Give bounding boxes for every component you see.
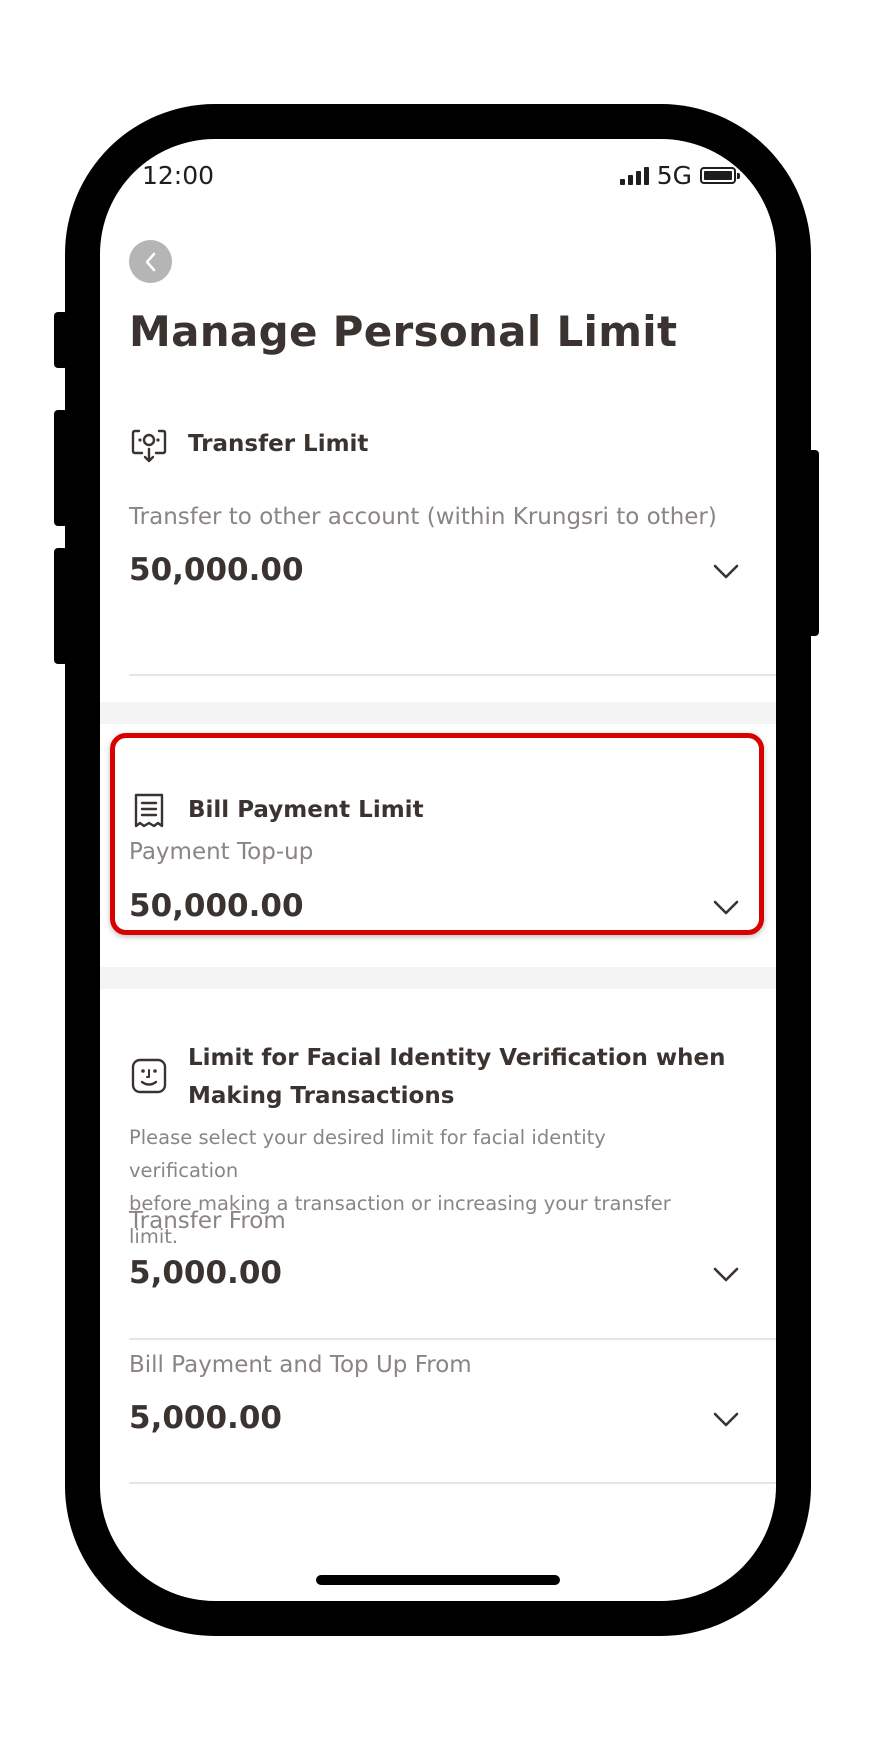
divider — [129, 1482, 776, 1484]
section-separator — [100, 967, 776, 989]
status-indicators: 5G — [619, 161, 740, 190]
battery-icon — [700, 167, 740, 184]
home-indicator[interactable] — [316, 1575, 560, 1585]
phone-screen: 12:00 5G Manage Personal Limit Transfer — [100, 139, 776, 1601]
transfer-limit-chevron-down-icon[interactable] — [712, 563, 740, 581]
bill-payment-topup-from-dropdown-value[interactable]: 5,000.00 — [129, 1400, 282, 1436]
divider — [129, 1338, 776, 1340]
signal-icon — [619, 166, 649, 185]
phone-power-button — [805, 450, 819, 636]
facial-limit-title-line1: Limit for Facial Identity Verification w… — [188, 1045, 726, 1071]
bill-payment-topup-from-label: Bill Payment and Top Up From — [129, 1352, 472, 1378]
divider — [129, 674, 776, 676]
facial-limit-header: Limit for Facial Identity Verification w… — [129, 1039, 725, 1115]
phone-volume-down — [54, 548, 68, 664]
transfer-limit-header: Transfer Limit — [129, 425, 368, 465]
facial-limit-title-line2: Making Transactions — [188, 1083, 455, 1109]
transfer-icon — [131, 429, 167, 463]
status-time: 12:00 — [142, 161, 215, 190]
transfer-limit-dropdown-value[interactable]: 50,000.00 — [129, 552, 304, 588]
description-line1: Please select your desired limit for fac… — [129, 1126, 606, 1182]
phone-volume-up — [54, 410, 68, 526]
chevron-left-icon — [145, 252, 155, 271]
network-type: 5G — [656, 161, 692, 190]
back-button[interactable] — [129, 240, 172, 283]
transfer-from-label: Transfer From — [129, 1208, 286, 1234]
face-scan-icon — [131, 1058, 167, 1094]
transfer-other-account-label: Transfer to other account (within Krungs… — [129, 504, 717, 530]
phone-frame: 12:00 5G Manage Personal Limit Transfer — [54, 104, 819, 1636]
facial-limit-title: Limit for Facial Identity Verification w… — [188, 1039, 725, 1115]
transfer-from-dropdown-value[interactable]: 5,000.00 — [129, 1255, 282, 1291]
phone-silent-switch — [54, 312, 68, 368]
bill-payment-topup-chevron-down-icon[interactable] — [712, 1411, 740, 1429]
transfer-limit-title: Transfer Limit — [188, 431, 369, 457]
transfer-from-chevron-down-icon[interactable] — [712, 1266, 740, 1284]
highlight-box — [110, 733, 764, 935]
page-title: Manage Personal Limit — [129, 307, 678, 356]
section-separator — [100, 702, 776, 724]
